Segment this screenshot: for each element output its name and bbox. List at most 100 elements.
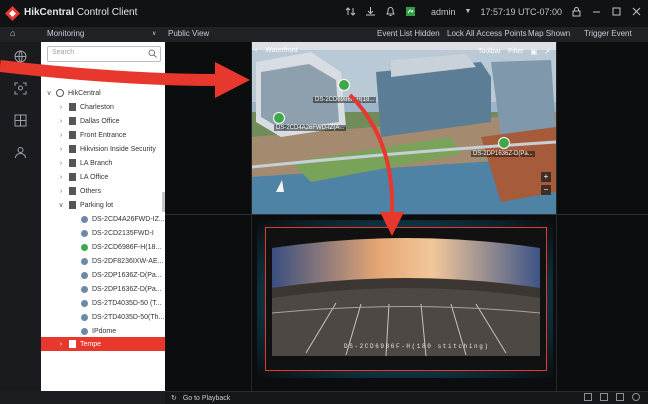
camera-pin-label[interactable]: DS-2CD4A26FWD-IZ(A... [274, 125, 347, 131]
camera-icon [81, 327, 88, 335]
user-menu[interactable]: admin [431, 7, 456, 17]
tree-item-camera[interactable]: DS-2CD6986F-H(18... [41, 240, 165, 254]
face-scan-icon[interactable] [14, 82, 27, 95]
playback-icon[interactable]: ↻ [171, 395, 177, 402]
tree-item-site[interactable]: › Charleston [41, 100, 165, 114]
chevron-down-icon[interactable]: ▼ [465, 8, 472, 15]
app-brand: HikCentral [24, 7, 75, 18]
chevron-down-icon[interactable]: ∨ [57, 201, 65, 209]
view-select[interactable]: Public View [168, 29, 209, 38]
search-input[interactable]: Search [47, 46, 161, 62]
event-list-toggle[interactable]: Event List Hidden [377, 29, 440, 38]
vertical-divider [251, 42, 252, 391]
grid-icon[interactable] [14, 114, 27, 127]
breadcrumb-label[interactable]: Waterfront [265, 47, 297, 54]
tree-item-site[interactable]: › Dallas Office [41, 114, 165, 128]
back-icon[interactable]: ‹ [255, 47, 257, 54]
tree-item-selected-label: Tempe [80, 340, 102, 348]
playback-label[interactable]: Go to Playback [183, 395, 230, 402]
home-icon[interactable]: ⌂ [10, 28, 15, 38]
tree-item-label: DS-2TD4035D-50 (T... [92, 299, 162, 307]
trigger-event-button[interactable]: Trigger Event [584, 29, 632, 38]
minimize-icon[interactable] [591, 6, 602, 17]
tree-item-camera[interactable]: DS-2CD2135FWD-I [41, 226, 165, 240]
layout-icon[interactable] [600, 393, 608, 401]
download-icon[interactable] [365, 6, 376, 17]
tree-item-camera[interactable]: DS-2CD4A26FWD-IZ... [41, 212, 165, 226]
tree-item-site[interactable]: › LA Office [41, 170, 165, 184]
status-icon[interactable] [405, 6, 416, 17]
breadcrumb[interactable]: ‹ Waterfront [255, 47, 298, 54]
tree-item-camera[interactable]: DS-2TD4035D-50 (T... [41, 296, 165, 310]
settings-icon[interactable] [632, 393, 640, 401]
chevron-right-icon[interactable]: › [57, 132, 65, 139]
chevron-right-icon[interactable]: › [57, 174, 65, 181]
tree-item-label: Dallas Office [80, 117, 120, 125]
zoom-out-button[interactable]: − [541, 185, 551, 195]
camera-pin[interactable] [273, 112, 285, 124]
fullscreen-icon[interactable]: ▣ [531, 48, 538, 56]
map-toolbar: Toolbar Filter ▣ ↗ [478, 48, 550, 56]
title-bar: HikCentral Control Client admin ▼ 17:57:… [0, 0, 648, 27]
playback-link[interactable]: ↻ Go to Playback [171, 394, 230, 402]
tree-item-site[interactable]: ∨ Parking lot [41, 198, 165, 212]
toolbar-button[interactable]: Toolbar [478, 48, 501, 56]
hikcentral-logo-icon [5, 6, 20, 21]
lock-all-button[interactable]: Lock All Access Points [447, 29, 527, 38]
tree-item-camera[interactable]: DS-2TD4035D-50(Th... [41, 310, 165, 324]
tree-item-camera[interactable]: IPdome [41, 324, 165, 338]
tree-item-label: DS-2CD2135FWD-I [92, 229, 154, 237]
tree-item-label: Others [80, 187, 102, 195]
chevron-right-icon[interactable]: › [57, 104, 65, 111]
pane-divider [165, 214, 648, 215]
popout-icon[interactable]: ↗ [544, 48, 550, 56]
chevron-right-icon[interactable]: › [57, 118, 65, 125]
clock-text: 17:57:19 UTC-07:00 [480, 6, 562, 17]
tree-item-site[interactable]: › Front Entrance [41, 128, 165, 142]
building-icon [69, 103, 76, 111]
tree-item-selected[interactable]: › Tempe [41, 337, 165, 351]
camera-pin-label[interactable]: DS-2CD6986F-H(18... [313, 97, 377, 103]
window-division-icon[interactable] [584, 393, 592, 401]
module-select[interactable]: Monitoring [47, 29, 84, 38]
tree-item-camera[interactable]: DS-2DP1636Z-D(Pa... [41, 282, 165, 296]
app-title-suffix: Control Client [74, 7, 138, 18]
person-icon[interactable] [14, 146, 27, 159]
search-icon[interactable] [148, 49, 157, 58]
lock-icon[interactable] [571, 6, 582, 17]
tree-item-label: LA Branch [80, 159, 113, 167]
chevron-right-icon[interactable]: › [57, 160, 65, 167]
module-bar: ⌂ Monitoring ∨ Public View Event List Hi… [0, 27, 648, 43]
camera-pin[interactable] [338, 79, 350, 91]
fullscreen-icon[interactable] [616, 393, 624, 401]
zoom-in-button[interactable]: + [541, 172, 551, 182]
tree-item-site[interactable]: › Hikvision Inside Security [41, 142, 165, 156]
chevron-right-icon[interactable]: › [57, 146, 65, 153]
tree-item-label: DS-2CD6986F-H(18... [92, 243, 162, 251]
bell-icon[interactable] [385, 6, 396, 17]
map-view[interactable]: ‹ Waterfront Toolbar Filter ▣ ↗ DS-2CD69… [251, 42, 556, 214]
tree-root[interactable]: ∨ HikCentral [41, 86, 165, 100]
tree-item-site[interactable]: › LA Branch [41, 156, 165, 170]
map-shown-toggle[interactable]: Map Shown [528, 29, 570, 38]
building-icon [69, 173, 76, 181]
tree-item-camera[interactable]: DS-2DF8236IXW-AE... [41, 254, 165, 268]
tree-item-camera[interactable]: DS-2DP1636Z-D(Pa... [41, 268, 165, 282]
vertical-divider [556, 42, 557, 391]
maximize-icon[interactable] [611, 6, 622, 17]
chevron-down-icon[interactable]: ∨ [45, 89, 53, 97]
sort-icon[interactable] [345, 6, 356, 17]
left-nav [0, 42, 42, 391]
building-icon [69, 145, 76, 153]
tree-item-site[interactable]: › Others [41, 184, 165, 198]
tree-item-label: DS-2CD4A26FWD-IZ... [92, 215, 165, 223]
camera-pin[interactable] [498, 137, 510, 149]
module-chevron-icon[interactable]: ∨ [152, 30, 156, 37]
chevron-right-icon[interactable]: › [57, 188, 65, 195]
video-window[interactable]: DS-2CD6986F-H(180 stitching) [265, 227, 547, 371]
close-icon[interactable] [631, 6, 642, 17]
camera-pin-label[interactable]: DS-2DP1636Z-D(Pa... [471, 151, 535, 157]
chevron-right-icon[interactable]: › [57, 341, 65, 348]
filter-button[interactable]: Filter [508, 48, 524, 56]
globe-icon[interactable] [14, 50, 27, 63]
